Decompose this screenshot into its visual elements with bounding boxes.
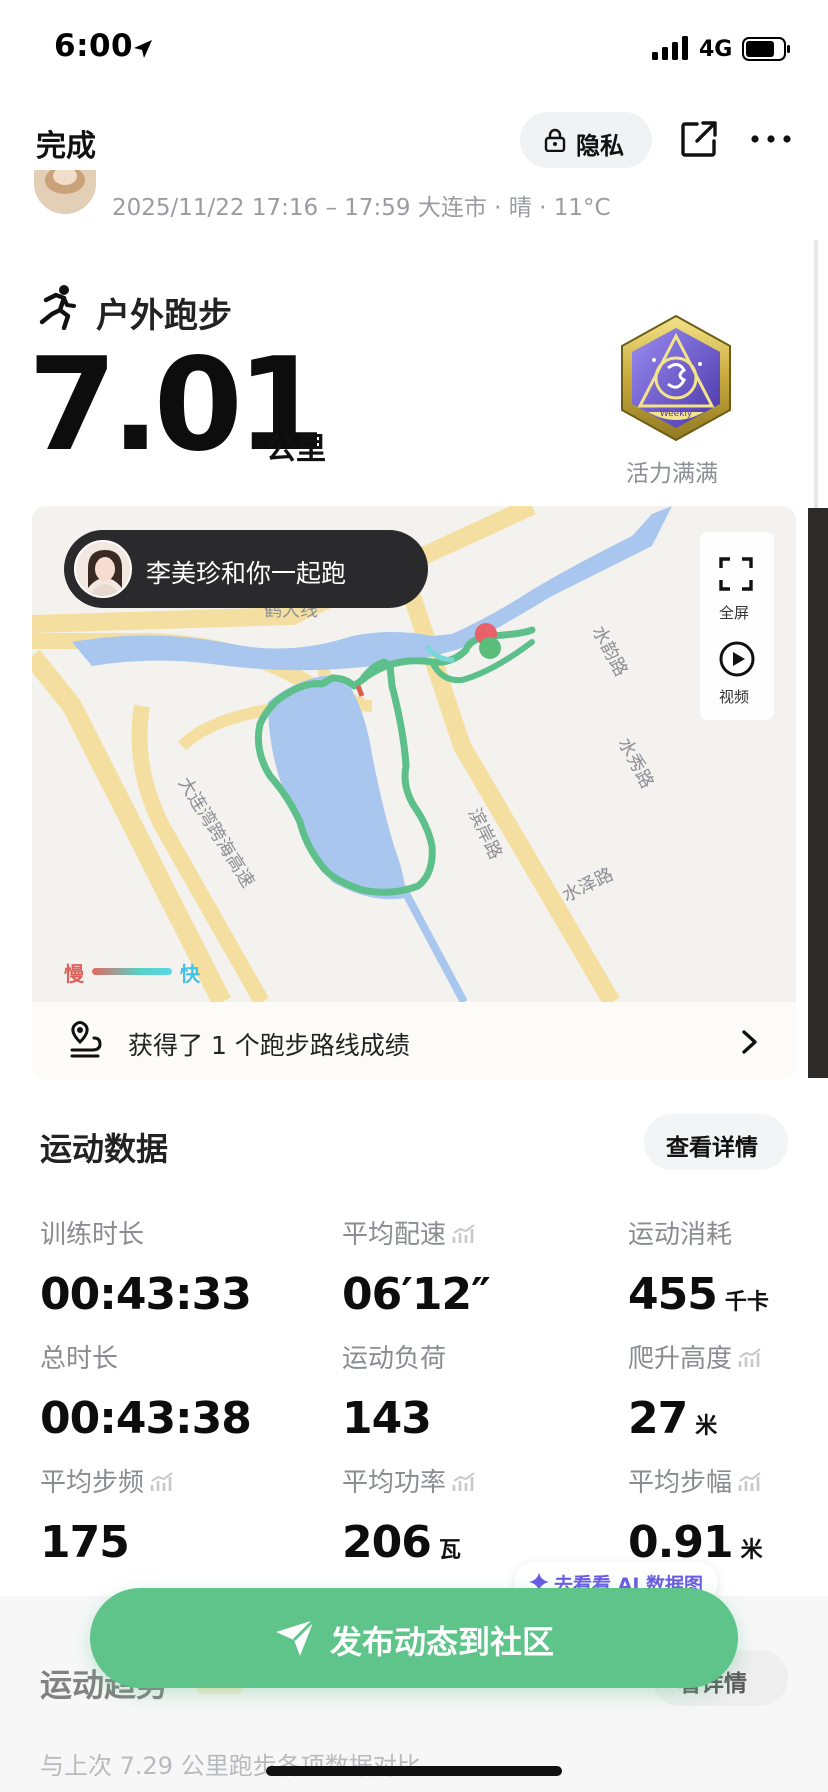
send-icon — [276, 1618, 316, 1656]
stat-label: 平均功率 — [342, 1468, 447, 1498]
stat-value: 06′12″ — [342, 1269, 491, 1320]
stat-value: 00:43:33 — [40, 1269, 252, 1320]
trend-chart-icon — [150, 1472, 173, 1491]
partner-avatar — [74, 540, 132, 598]
privacy-button[interactable]: 隐私 — [520, 112, 652, 168]
stats-title: 运动数据 — [40, 1130, 169, 1168]
stat-unit: 千卡 — [724, 1290, 769, 1315]
stat-label: 爬升高度 — [628, 1344, 733, 1374]
stat-value: 00:43:38 — [40, 1393, 252, 1444]
fullscreen-label[interactable]: 全屏 — [719, 602, 749, 623]
stat-unit: 瓦 — [438, 1538, 461, 1563]
stat-elevation-gain[interactable]: 爬升高度 27 米 — [628, 1338, 764, 1444]
map-controls: 全屏 视频 — [700, 532, 774, 720]
speed-legend-gradient — [92, 968, 172, 975]
location-arrow-icon — [134, 40, 152, 58]
stat-value: 143 — [342, 1393, 432, 1444]
stat-label: 平均配速 — [342, 1220, 447, 1250]
lock-icon — [544, 128, 566, 152]
stat-value: 27 — [628, 1393, 688, 1444]
stat-label: 平均步频 — [40, 1468, 145, 1498]
battery-icon — [742, 37, 790, 61]
running-icon — [39, 285, 76, 330]
stat-avg-cadence[interactable]: 平均步频 175 — [40, 1462, 176, 1568]
stat-value: 206 — [342, 1517, 432, 1568]
stat-label: 总时长 — [40, 1344, 119, 1374]
edge-strip — [808, 508, 828, 1078]
weekly-badge-icon[interactable]: Weekly — [614, 312, 738, 444]
stat-total-time[interactable]: 总时长 00:43:38 — [40, 1338, 252, 1444]
stat-training-load[interactable]: 运动负荷 143 — [342, 1338, 446, 1444]
stat-unit: 米 — [695, 1414, 718, 1439]
avatar[interactable] — [34, 170, 96, 214]
route-map[interactable]: 鹤大线 水韵路 水秀路 滨岸路 水泽路 大连湾跨海高速 李美珍和你一起跑 全屏 … — [32, 506, 796, 1080]
post-to-community-button[interactable]: 发布动态到社区 — [90, 1588, 738, 1688]
view-details-button[interactable]: 查看详情 — [644, 1114, 788, 1170]
privacy-label: 隐私 — [576, 132, 624, 160]
badge-label: 活力满满 — [626, 461, 718, 487]
share-icon[interactable] — [680, 120, 718, 158]
stat-unit: 米 — [740, 1538, 763, 1563]
stat-training-time[interactable]: 训练时长 00:43:33 — [40, 1214, 252, 1320]
network-type: 4G — [699, 37, 733, 62]
route-achievement-text: 获得了 1 个跑步路线成绩 — [128, 1031, 410, 1060]
home-indicator[interactable] — [266, 1766, 562, 1776]
signal-bars-icon — [652, 36, 688, 60]
view-details-label: 查看详情 — [666, 1135, 758, 1161]
chevron-right-icon — [742, 1030, 757, 1054]
route-pin-icon — [70, 1021, 102, 1058]
stat-avg-power[interactable]: 平均功率 206 瓦 — [342, 1462, 478, 1568]
stat-avg-stride[interactable]: 平均步幅 0.91 米 — [628, 1462, 764, 1568]
stat-label: 训练时长 — [40, 1220, 145, 1250]
video-play-icon[interactable] — [718, 640, 756, 678]
partner-avatar-image — [76, 542, 130, 596]
avatar-image — [34, 170, 96, 214]
stat-avg-pace[interactable]: 平均配速 06′12″ — [342, 1214, 491, 1320]
stat-value: 0.91 — [628, 1517, 734, 1568]
activity-meta: 2025/11/22 17:16 – 17:59 大连市 · 晴 · 11°C — [112, 195, 611, 221]
trend-chart-icon — [452, 1224, 475, 1243]
badge-text: Weekly — [660, 409, 693, 419]
stat-calories[interactable]: 运动消耗 455 千卡 — [628, 1214, 769, 1320]
speed-legend-fast: 快 — [180, 962, 200, 986]
run-together-text: 李美珍和你一起跑 — [146, 559, 347, 588]
stat-value: 455 — [628, 1269, 718, 1320]
run-together-pill[interactable]: 李美珍和你一起跑 — [64, 530, 428, 608]
fullscreen-icon[interactable] — [718, 556, 754, 592]
status-bar: 6:00 4G — [0, 0, 828, 96]
trend-chart-icon — [738, 1348, 761, 1367]
trend-chart-icon — [738, 1472, 761, 1491]
distance-unit: 公里 — [266, 432, 326, 467]
trend-chart-icon — [452, 1472, 475, 1491]
stat-value: 175 — [40, 1517, 130, 1568]
activity-type: 户外跑步 — [96, 296, 232, 336]
route-achievement-row[interactable]: 获得了 1 个跑步路线成绩 — [32, 1002, 796, 1080]
stat-label: 运动消耗 — [628, 1220, 733, 1250]
done-button[interactable]: 完成 — [36, 121, 96, 165]
stat-label: 运动负荷 — [342, 1344, 447, 1374]
post-label: 发布动态到社区 — [330, 1623, 555, 1661]
stat-label: 平均步幅 — [628, 1468, 733, 1498]
video-label[interactable]: 视频 — [719, 686, 749, 707]
more-icon[interactable] — [750, 126, 792, 152]
status-time: 6:00 — [54, 28, 134, 64]
speed-legend-slow: 慢 — [64, 962, 84, 986]
